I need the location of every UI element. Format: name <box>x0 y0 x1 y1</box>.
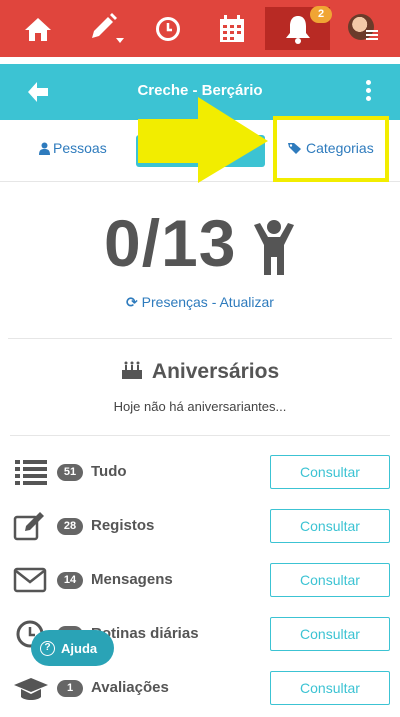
attendance-counter: 0/13 <box>0 205 400 285</box>
consult-button[interactable]: Consultar <box>270 455 390 489</box>
consult-button[interactable]: Consultar <box>270 617 390 651</box>
refresh-attendance-link[interactable]: ⟳ Presenças - Atualizar <box>0 294 400 311</box>
clock-icon[interactable] <box>150 0 186 57</box>
graduation-cap-icon <box>14 678 48 700</box>
help-label: Ajuda <box>61 640 98 656</box>
consult-button[interactable]: Consultar <box>270 563 390 597</box>
bell-icon <box>285 15 310 44</box>
envelope-icon <box>13 567 47 593</box>
highlight-box <box>273 116 389 182</box>
calendar-icon[interactable] <box>214 0 250 57</box>
consult-button[interactable]: Consultar <box>270 509 390 543</box>
pointer-arrow <box>138 97 268 183</box>
anniversaries-heading: Aniversários <box>151 360 280 383</box>
more-options-icon[interactable] <box>366 80 372 104</box>
anniversaries-title: Aniversários <box>0 360 400 384</box>
home-icon[interactable] <box>20 0 56 57</box>
row-label: Avaliações <box>91 679 169 696</box>
help-button[interactable]: ? Ajuda <box>31 630 114 666</box>
anniversaries-subtitle: Hoje não há aniversariantes... <box>113 399 287 414</box>
list-item-avaliacoes: 1 Avaliações Consultar <box>0 663 400 717</box>
row-label: Registos <box>91 517 155 534</box>
refresh-label: Presenças - Atualizar <box>141 294 274 310</box>
count-badge: 1 <box>57 680 83 697</box>
user-icon <box>39 142 50 155</box>
row-label: Tudo <box>91 463 127 480</box>
tab-pessoas-label: Pessoas <box>53 140 107 156</box>
child-icon <box>254 220 294 275</box>
question-icon: ? <box>40 640 55 656</box>
divider <box>10 435 390 436</box>
top-navbar: 2 <box>0 0 400 57</box>
count-badge: 14 <box>57 572 83 589</box>
refresh-icon: ⟳ <box>126 294 138 310</box>
divider <box>8 338 392 339</box>
count-badge: 51 <box>57 464 83 481</box>
notification-badge: 2 <box>310 6 332 23</box>
row-label: Mensagens <box>91 571 173 588</box>
tab-pessoas[interactable]: Pessoas <box>39 140 107 156</box>
count-badge: 28 <box>57 518 83 535</box>
list-item-mensagens: 14 Mensagens Consultar <box>0 555 400 609</box>
edit-note-icon <box>13 512 44 541</box>
edit-icon[interactable] <box>84 0 128 57</box>
cake-icon <box>121 361 142 379</box>
list-item-tudo: 51 Tudo Consultar <box>0 447 400 501</box>
list-item-registos: 28 Registos Consultar <box>0 501 400 555</box>
menu-icon[interactable] <box>366 30 378 40</box>
attendance-count: 0/13 <box>104 206 237 280</box>
list-icon <box>15 460 47 485</box>
